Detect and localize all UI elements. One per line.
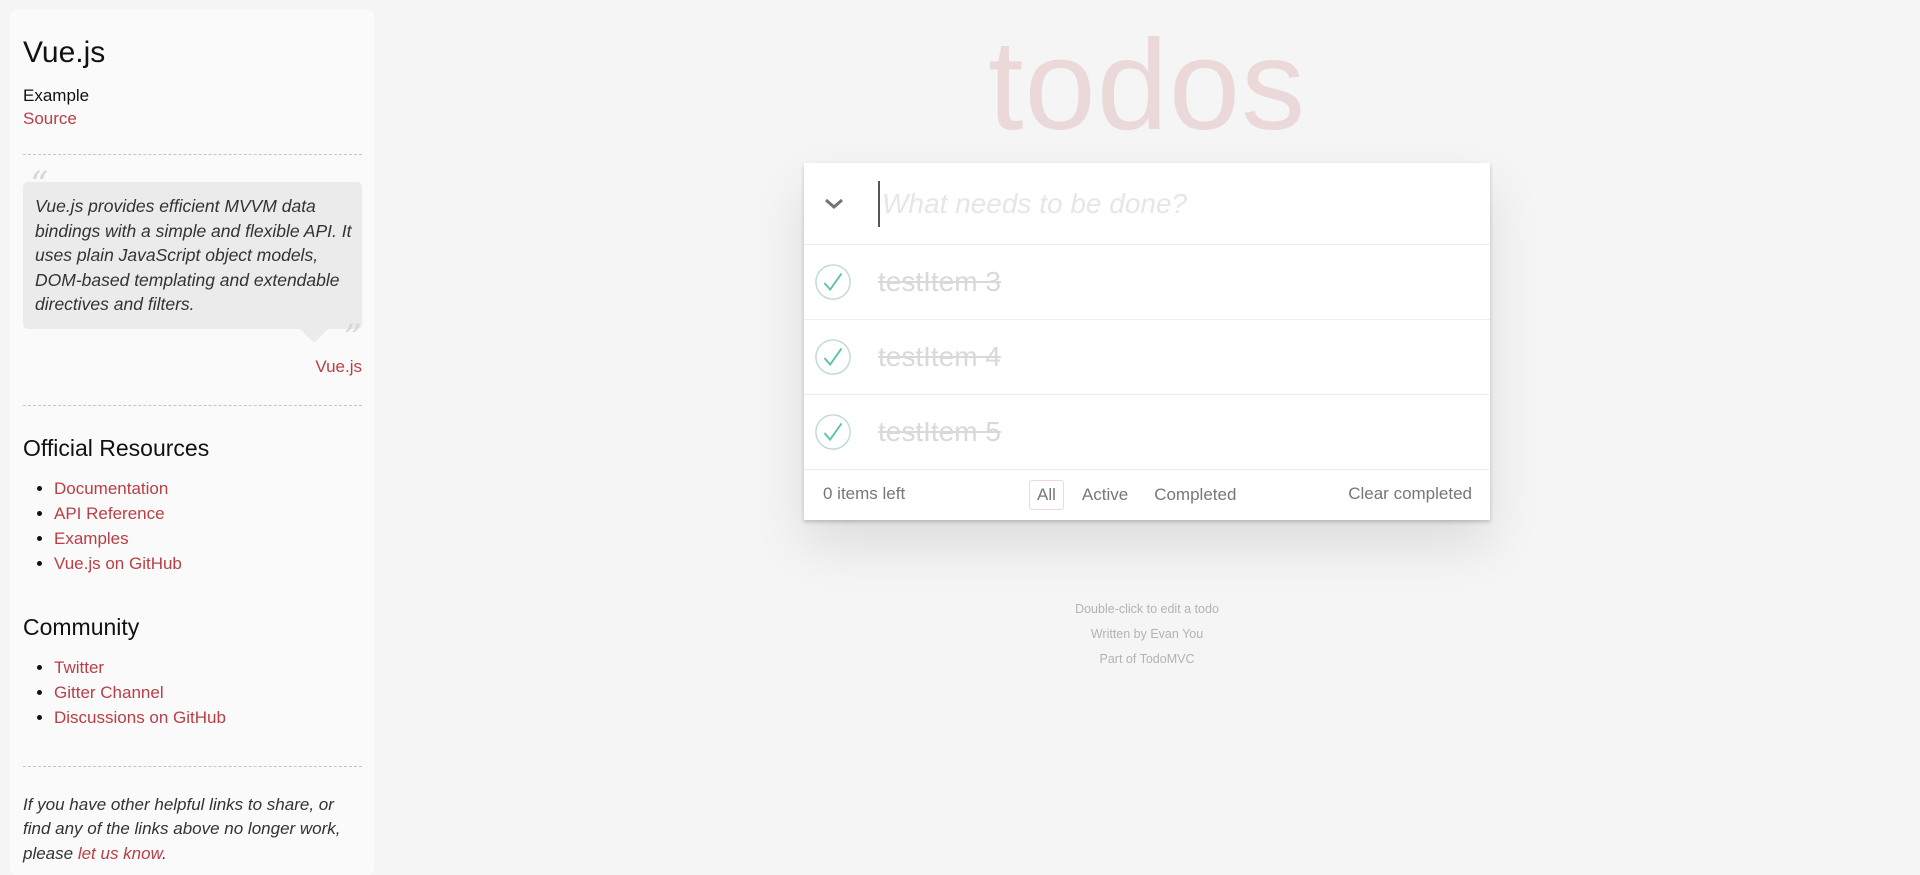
github-link[interactable]: Vue.js on GitHub bbox=[54, 554, 182, 573]
part-of: Part of TodoMVC bbox=[1099, 652, 1195, 666]
todo-app: testItem 3 testItem 4 testItem 5 0 items… bbox=[804, 163, 1490, 520]
sidebar: Vue.js Example Source “ Vue.js provides … bbox=[10, 10, 374, 875]
official-resources-list: Documentation API Reference Examples Vue… bbox=[23, 476, 362, 576]
list-item: Examples bbox=[54, 526, 362, 551]
written-by: Written by Evan You bbox=[1090, 627, 1204, 641]
quote-block: “ Vue.js provides efficient MVVM data bi… bbox=[23, 168, 362, 356]
todo-toggle-checked[interactable] bbox=[814, 338, 852, 376]
filter-active[interactable]: Active bbox=[1074, 480, 1136, 510]
quote-text: Vue.js provides efficient MVVM data bind… bbox=[23, 182, 362, 342]
divider bbox=[23, 404, 362, 406]
list-item: Discussions on GitHub bbox=[54, 705, 362, 730]
examples-link[interactable]: Examples bbox=[54, 529, 129, 548]
new-todo-input[interactable] bbox=[878, 181, 1464, 227]
quote-cite: Vue.js bbox=[23, 357, 362, 377]
community-list: Twitter Gitter Channel Discussions on Gi… bbox=[23, 655, 362, 730]
filter-completed[interactable]: Completed bbox=[1146, 480, 1244, 510]
todo-toggle-checked[interactable] bbox=[814, 263, 852, 301]
source-link[interactable]: Source bbox=[23, 109, 77, 128]
items-left-count: 0 items left bbox=[823, 484, 906, 503]
todo-toggle-checked[interactable] bbox=[814, 413, 852, 451]
list-item: API Reference bbox=[54, 501, 362, 526]
list-item: Twitter bbox=[54, 655, 362, 680]
info-footer: Double-click to edit a todo Written by E… bbox=[804, 597, 1490, 672]
divider bbox=[23, 765, 362, 767]
todo-footer: 0 items left All Active Completed Clear … bbox=[804, 470, 1490, 520]
sidebar-title: Vue.js bbox=[23, 36, 106, 69]
todo-label[interactable]: testItem 5 bbox=[878, 395, 1001, 469]
todo-item[interactable]: testItem 3 bbox=[804, 245, 1490, 320]
filters: All Active Completed bbox=[1029, 480, 1244, 510]
sidebar-footer-text: If you have other helpful links to share… bbox=[23, 793, 362, 867]
quote-close-mark: ” bbox=[343, 317, 362, 359]
toggle-all-button[interactable] bbox=[804, 163, 864, 244]
let-us-know-link[interactable]: let us know bbox=[78, 844, 162, 863]
app-title: todos bbox=[987, 14, 1307, 157]
new-todo-row bbox=[804, 163, 1490, 245]
community-heading: Community bbox=[23, 613, 140, 640]
footer-text-before: If you have other helpful links to share… bbox=[23, 794, 341, 863]
api-reference-link[interactable]: API Reference bbox=[54, 504, 165, 523]
todo-item[interactable]: testItem 5 bbox=[804, 395, 1490, 470]
list-item: Vue.js on GitHub bbox=[54, 551, 362, 576]
example-label: Example bbox=[23, 86, 90, 105]
discussions-link[interactable]: Discussions on GitHub bbox=[54, 708, 226, 727]
divider bbox=[23, 154, 362, 155]
official-resources-heading: Official Resources bbox=[23, 434, 210, 461]
list-item: Documentation bbox=[54, 476, 362, 501]
quote-cite-link[interactable]: Vue.js bbox=[315, 357, 362, 376]
twitter-link[interactable]: Twitter bbox=[54, 658, 104, 677]
filter-all[interactable]: All bbox=[1029, 480, 1064, 510]
gitter-link[interactable]: Gitter Channel bbox=[54, 683, 164, 702]
todo-item[interactable]: testItem 4 bbox=[804, 320, 1490, 395]
documentation-link[interactable]: Documentation bbox=[54, 479, 168, 498]
todo-label[interactable]: testItem 4 bbox=[878, 320, 1001, 394]
list-item: Gitter Channel bbox=[54, 680, 362, 705]
edit-hint: Double-click to edit a todo bbox=[1075, 602, 1219, 616]
todo-label[interactable]: testItem 3 bbox=[878, 245, 1001, 319]
clear-completed-button[interactable]: Clear completed bbox=[1348, 484, 1472, 504]
sidebar-sub: Example Source bbox=[23, 84, 362, 130]
footer-text-after: . bbox=[161, 843, 167, 863]
chevron-down-icon bbox=[825, 198, 843, 209]
